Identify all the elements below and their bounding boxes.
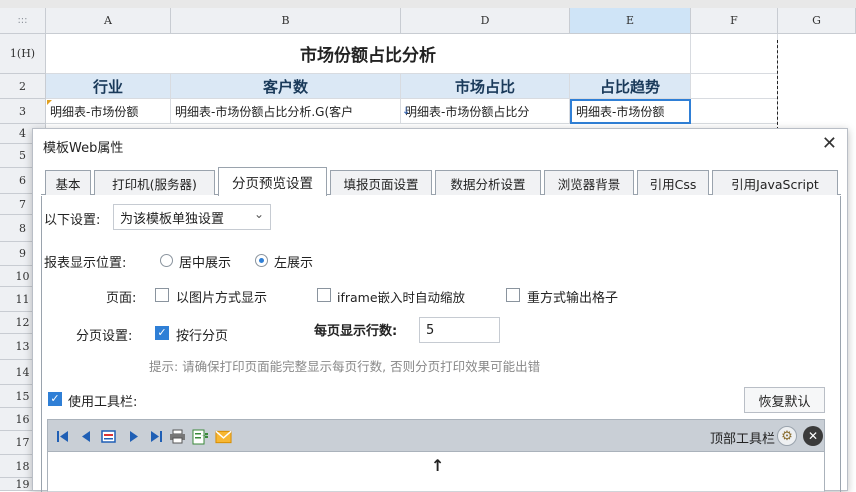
data-cell-b3[interactable]: 明细表-市场份额占比分析.G(客户 — [171, 99, 401, 124]
checkbox-paging-by-row[interactable]: ✓ — [155, 326, 169, 340]
last-page-icon[interactable] — [147, 428, 164, 445]
row-header-1[interactable]: 1(H) — [0, 34, 46, 74]
checkbox-iframe-autoscale-label[interactable]: iframe嵌入时自动缩放 — [337, 287, 465, 306]
tab-basic[interactable]: 基本 — [45, 170, 91, 195]
data-cell-d3[interactable]: 明细表-市场份额占比分 — [401, 99, 570, 124]
rows-per-page-input[interactable]: 5 — [419, 317, 500, 343]
restore-default-button[interactable]: 恢复默认 — [744, 387, 825, 413]
page-number-icon[interactable] — [100, 428, 117, 445]
prev-page-icon[interactable] — [78, 428, 95, 445]
checkbox-use-toolbar[interactable]: ✓ — [48, 392, 62, 406]
row-header-2[interactable]: 2 — [0, 74, 46, 99]
cell-f3[interactable] — [691, 99, 778, 124]
close-icon[interactable]: ✕ — [822, 133, 837, 154]
header-cell-customers[interactable]: 客户数 — [171, 74, 401, 99]
checkbox-paging-by-row-label[interactable]: 按行分页 — [176, 325, 228, 344]
radio-center[interactable] — [160, 254, 173, 267]
toolbar-drop-area: ↑ — [47, 452, 825, 492]
export-icon[interactable] — [192, 428, 209, 445]
template-web-properties-dialog: 模板Web属性 ✕ 基本 打印机(服务器) 分页预览设置 填报页面设置 数据分析… — [32, 128, 848, 492]
tab-bar: 基本 打印机(服务器) 分页预览设置 填报页面设置 数据分析设置 浏览器背景 引… — [41, 167, 841, 196]
expand-arrow-icon: ↓ — [402, 106, 411, 117]
radio-center-label[interactable]: 居中展示 — [179, 252, 231, 271]
settings-select[interactable]: 为该模板单独设置 ⌄ — [113, 204, 271, 230]
checkbox-repeat-grid-label[interactable]: 重方式输出格子 — [527, 287, 618, 306]
column-header-e[interactable]: E — [570, 8, 691, 34]
tab-printer-server[interactable]: 打印机(服务器) — [94, 170, 215, 195]
column-header-a[interactable]: A — [46, 8, 171, 34]
up-arrow-icon: ↑ — [431, 456, 445, 475]
data-cell-a3[interactable]: 明细表-市场份额 — [46, 99, 171, 124]
chevron-down-icon: ⌄ — [253, 207, 264, 221]
column-header-b[interactable]: B — [171, 8, 401, 34]
sheet-corner[interactable]: ::: — [0, 8, 46, 34]
email-icon[interactable] — [215, 428, 232, 445]
toolbar-preview: 顶部工具栏 ⚙ ✕ — [47, 419, 825, 452]
first-page-icon[interactable] — [55, 428, 72, 445]
title-cell[interactable]: 市场份额占比分析 — [46, 34, 691, 74]
checkbox-repeat-grid[interactable] — [506, 288, 520, 302]
column-header-d[interactable]: D — [401, 8, 570, 34]
position-label: 报表显示位置: — [44, 256, 127, 271]
column-header-f[interactable]: F — [691, 8, 778, 34]
top-toolbar-label: 顶部工具栏 — [710, 432, 776, 447]
settings-select-value: 为该模板单独设置 — [120, 211, 225, 227]
settings-label: 以下设置: — [44, 213, 101, 228]
checkbox-image-display-label[interactable]: 以图片方式显示 — [176, 287, 267, 306]
cell-f1[interactable] — [691, 34, 778, 74]
hint-text: 提示: 请确保打印页面能完整显示每页行数, 否则分页打印效果可能出错 — [149, 359, 541, 374]
tab-fill-page[interactable]: 填报页面设置 — [330, 170, 432, 195]
checkbox-iframe-autoscale[interactable] — [317, 288, 331, 302]
page-label: 页面: — [106, 291, 137, 306]
dialog-title: 模板Web属性 — [43, 141, 124, 156]
cell-marker-a3 — [47, 100, 52, 105]
next-page-icon[interactable] — [125, 428, 142, 445]
row-header-3[interactable]: 3 — [0, 99, 46, 124]
tab-css[interactable]: 引用Css — [637, 170, 709, 195]
rows-per-page-value: 5 — [426, 322, 435, 338]
tab-browser-background[interactable]: 浏览器背景 — [544, 170, 634, 195]
tab-javascript[interactable]: 引用JavaScript — [712, 170, 838, 195]
print-icon[interactable] — [169, 428, 186, 445]
rows-per-page-label: 每页显示行数: — [314, 324, 398, 339]
column-header-g[interactable]: G — [778, 8, 856, 34]
sheet-top-bar — [0, 0, 856, 8]
page-break-line — [777, 40, 778, 130]
radio-left[interactable] — [255, 254, 268, 267]
tab-pagination-preview[interactable]: 分页预览设置 — [218, 167, 327, 196]
checkbox-image-display[interactable] — [155, 288, 169, 302]
radio-left-label[interactable]: 左展示 — [274, 252, 313, 271]
header-cell-industry[interactable]: 行业 — [46, 74, 171, 99]
data-cell-e3-selected[interactable]: 明细表-市场份额 — [570, 99, 691, 124]
paging-label: 分页设置: — [76, 329, 133, 344]
checkbox-use-toolbar-label[interactable]: 使用工具栏: — [68, 391, 137, 410]
cell-f2[interactable] — [691, 74, 778, 99]
header-cell-market-share[interactable]: 市场占比 — [401, 74, 570, 99]
toolbar-settings-icon[interactable]: ⚙ — [777, 426, 797, 446]
header-cell-trend[interactable]: 占比趋势 — [570, 74, 691, 99]
toolbar-remove-icon[interactable]: ✕ — [803, 426, 823, 446]
tab-data-analysis[interactable]: 数据分析设置 — [435, 170, 541, 195]
